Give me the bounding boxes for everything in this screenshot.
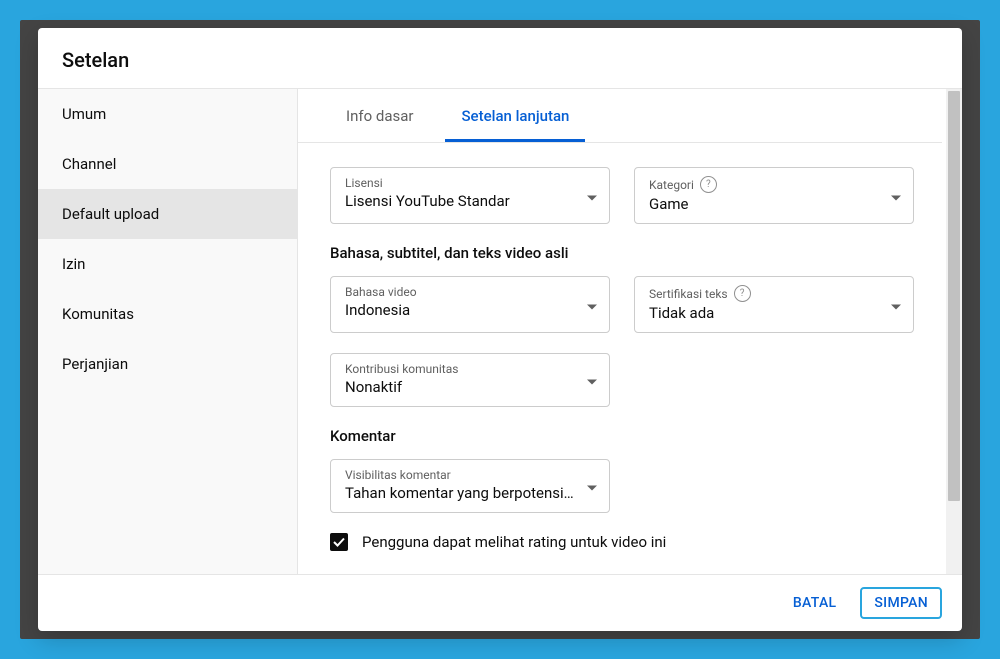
sidebar-item-general[interactable]: Umum — [38, 89, 297, 139]
settings-dialog: Setelan Umum Channel Default upload Izin… — [38, 28, 962, 631]
video-language-select[interactable]: Bahasa video Indonesia — [330, 276, 610, 333]
sidebar-item-community[interactable]: Komunitas — [38, 289, 297, 339]
select-label: Kontribusi komunitas — [345, 362, 458, 376]
sidebar-item-label: Komunitas — [62, 305, 134, 323]
sidebar-item-label: Default upload — [62, 205, 159, 223]
help-icon[interactable]: ? — [700, 176, 717, 193]
checkbox-icon — [330, 533, 348, 551]
sidebar-item-default-upload[interactable]: Default upload — [38, 189, 297, 239]
content: Info dasar Setelan lanjutan Lisensi Lise… — [298, 89, 962, 574]
save-button[interactable]: SIMPAN — [860, 587, 942, 619]
vertical-scrollbar[interactable] — [946, 89, 962, 574]
form-area: Lisensi Lisensi YouTube Standar Kategori… — [298, 143, 942, 551]
settings-sidebar: Umum Channel Default upload Izin Komunit… — [38, 89, 298, 574]
chevron-down-icon — [587, 477, 597, 496]
community-contributions-select[interactable]: Kontribusi komunitas Nonaktif — [330, 353, 610, 407]
content-scroll-area[interactable]: Info dasar Setelan lanjutan Lisensi Lise… — [298, 89, 962, 574]
tab-basic-info[interactable]: Info dasar — [330, 89, 429, 142]
category-select[interactable]: Kategori ? Game — [634, 167, 914, 224]
scrollbar-thumb[interactable] — [948, 91, 960, 501]
help-icon[interactable]: ? — [734, 285, 751, 302]
caption-certification-select[interactable]: Sertifikasi teks ? Tidak ada — [634, 276, 914, 333]
tabs: Info dasar Setelan lanjutan — [298, 89, 942, 143]
sidebar-item-agreements[interactable]: Perjanjian — [38, 339, 297, 389]
select-value: Tahan komentar yang berpotensi... — [345, 484, 595, 502]
comment-visibility-select[interactable]: Visibilitas komentar Tahan komentar yang… — [330, 459, 610, 513]
dialog-title: Setelan — [62, 48, 938, 72]
row-license-category: Lisensi Lisensi YouTube Standar Kategori… — [330, 167, 942, 224]
select-value: Nonaktif — [345, 378, 595, 396]
tab-label: Info dasar — [346, 107, 413, 125]
select-value: Tidak ada — [649, 304, 899, 322]
sidebar-item-channel[interactable]: Channel — [38, 139, 297, 189]
chevron-down-icon — [891, 186, 901, 205]
tab-advanced-settings[interactable]: Setelan lanjutan — [445, 89, 585, 142]
row-language-caption: Bahasa video Indonesia Sertifikasi teks … — [330, 276, 942, 333]
license-select[interactable]: Lisensi Lisensi YouTube Standar — [330, 167, 610, 224]
checkbox-label: Pengguna dapat melihat rating untuk vide… — [362, 533, 666, 551]
sidebar-item-label: Perjanjian — [62, 355, 128, 373]
tab-label: Setelan lanjutan — [461, 107, 569, 125]
dialog-header: Setelan — [38, 28, 962, 88]
select-value: Lisensi YouTube Standar — [345, 192, 595, 210]
select-label: Visibilitas komentar — [345, 468, 451, 482]
select-label: Lisensi — [345, 176, 383, 190]
select-label: Bahasa video — [345, 285, 417, 299]
sidebar-item-label: Izin — [62, 255, 85, 273]
dialog-footer: BATAL SIMPAN — [38, 574, 962, 631]
section-title-language: Bahasa, subtitel, dan teks video asli — [330, 244, 942, 262]
select-value: Game — [649, 195, 899, 213]
select-label: Sertifikasi teks — [649, 287, 728, 301]
select-label: Kategori — [649, 178, 694, 192]
button-label: BATAL — [793, 595, 837, 611]
chevron-down-icon — [587, 186, 597, 205]
select-value: Indonesia — [345, 301, 595, 319]
row-community-contrib: Kontribusi komunitas Nonaktif — [330, 353, 942, 407]
chevron-down-icon — [587, 371, 597, 390]
sidebar-item-label: Umum — [62, 105, 106, 123]
sidebar-item-permissions[interactable]: Izin — [38, 239, 297, 289]
chevron-down-icon — [891, 295, 901, 314]
sidebar-item-label: Channel — [62, 155, 116, 173]
button-label: SIMPAN — [874, 595, 928, 611]
section-title-comments: Komentar — [330, 427, 942, 445]
row-comment-visibility: Visibilitas komentar Tahan komentar yang… — [330, 459, 942, 513]
chevron-down-icon — [587, 295, 597, 314]
ratings-visibility-checkbox-row[interactable]: Pengguna dapat melihat rating untuk vide… — [330, 533, 942, 551]
cancel-button[interactable]: BATAL — [781, 587, 849, 619]
dialog-body: Umum Channel Default upload Izin Komunit… — [38, 88, 962, 574]
